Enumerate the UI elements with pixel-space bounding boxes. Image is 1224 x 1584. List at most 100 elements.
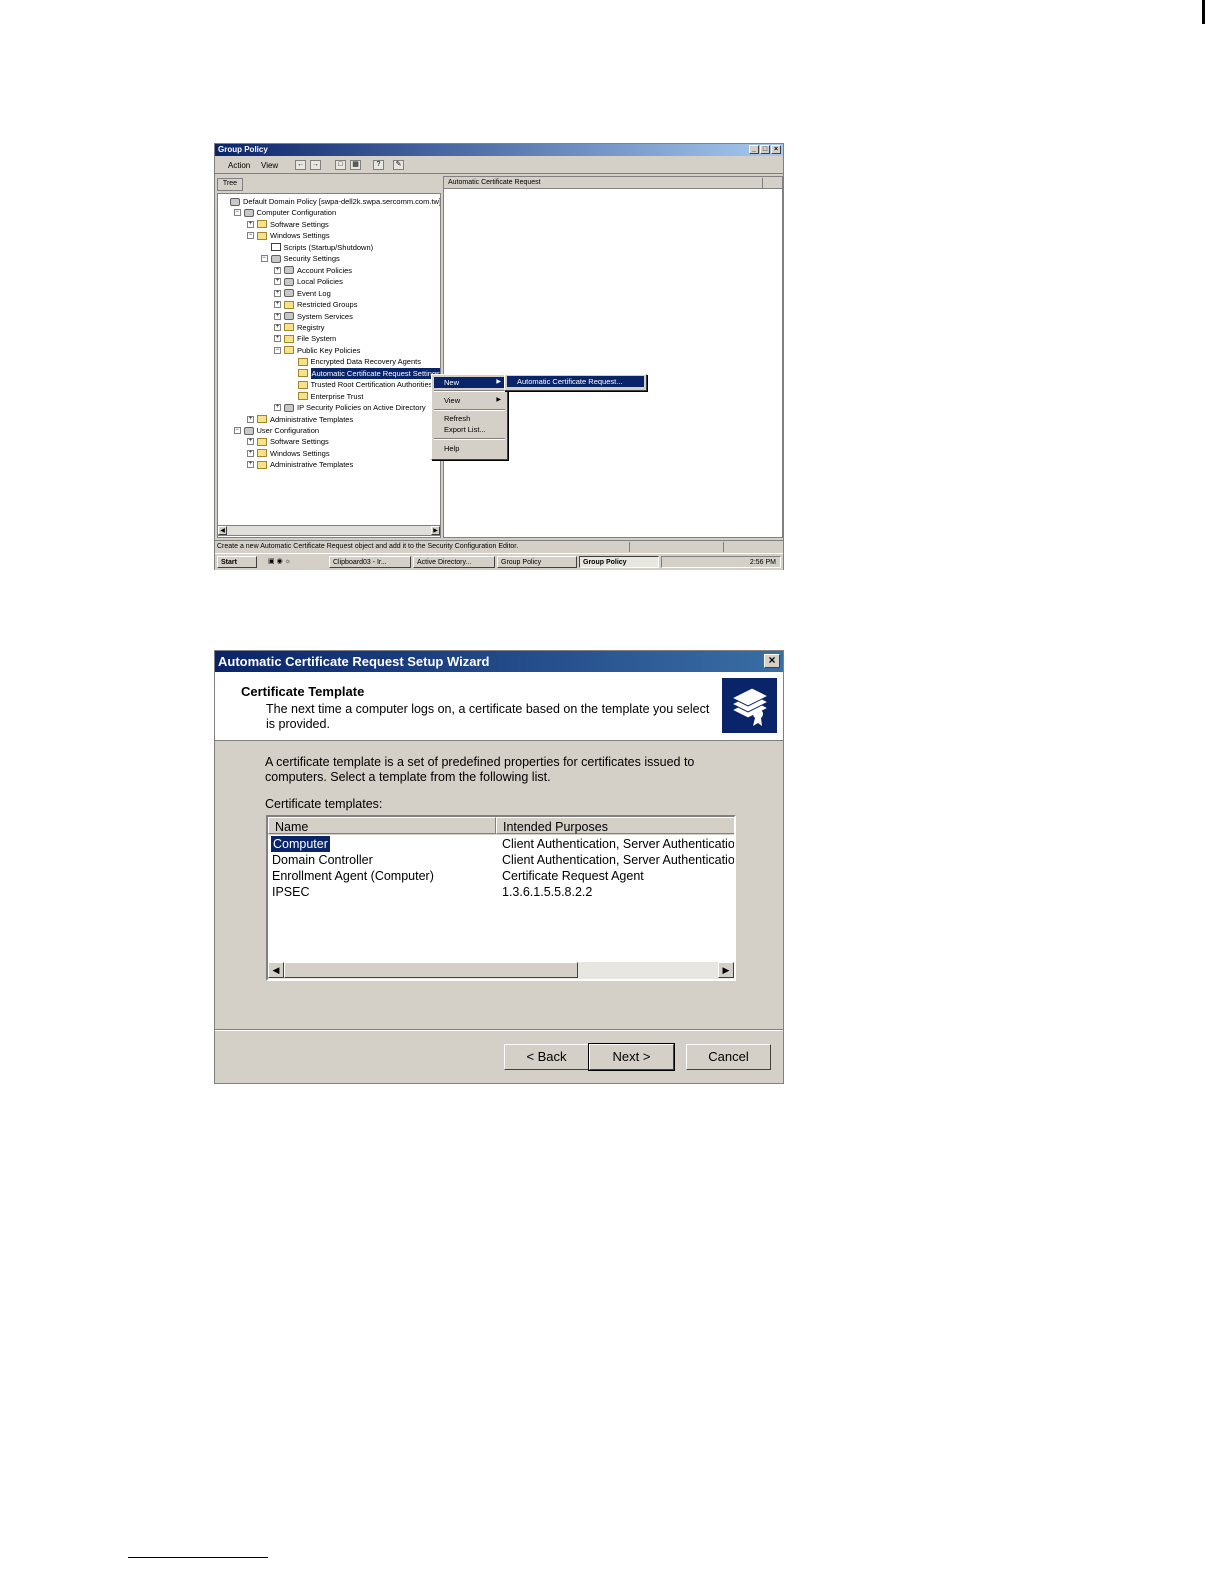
expand-icon[interactable]: + bbox=[247, 449, 254, 457]
context-menu: New ▶ View ▶ Refresh Export List... Help bbox=[431, 374, 508, 460]
table-row[interactable]: Enrollment Agent (Computer) Certificate … bbox=[268, 868, 734, 884]
menu-item-automatic-certificate-request[interactable]: Automatic Certificate Request... bbox=[507, 376, 644, 387]
tree-item[interactable]: Default Domain Policy [swpa-dell2k.swpa.… bbox=[220, 196, 440, 207]
expand-icon[interactable]: + bbox=[274, 335, 281, 343]
start-label: Start bbox=[221, 559, 237, 566]
gear-icon bbox=[284, 403, 294, 412]
tree-item[interactable]: − Computer Configuration bbox=[233, 207, 336, 218]
tree-item[interactable]: − Public Key Policies bbox=[274, 345, 360, 356]
expand-icon[interactable]: + bbox=[274, 404, 281, 412]
table-row[interactable]: Computer Client Authentication, Server A… bbox=[268, 836, 734, 852]
desktop-icon[interactable]: ▣ bbox=[268, 558, 275, 565]
tree-item-label: Registry bbox=[297, 322, 325, 332]
minimize-button[interactable]: _ bbox=[749, 145, 759, 154]
collapse-icon[interactable]: − bbox=[233, 427, 241, 434]
column-header-intended-purposes[interactable]: Intended Purposes bbox=[496, 817, 734, 834]
expand-icon[interactable]: + bbox=[274, 312, 281, 320]
task-active-directory[interactable]: Active Directory... bbox=[413, 556, 495, 568]
menu-view[interactable]: View bbox=[261, 161, 278, 170]
expand-icon[interactable]: + bbox=[247, 220, 254, 228]
tree-item[interactable]: + Administrative Templates bbox=[247, 459, 353, 470]
submenu-arrow-icon: ▶ bbox=[496, 379, 501, 385]
tree-item[interactable]: + Event Log bbox=[274, 288, 331, 299]
tree-item[interactable]: + Registry bbox=[274, 322, 325, 333]
help-icon[interactable]: ? bbox=[373, 160, 384, 170]
task-group-policy[interactable]: Group Policy bbox=[497, 556, 577, 568]
task-group-policy-active[interactable]: Group Policy bbox=[579, 556, 659, 568]
tree-item[interactable]: Automatic Certificate Request Settings bbox=[288, 367, 440, 379]
table-row[interactable]: Domain Controller Client Authentication,… bbox=[268, 852, 734, 868]
outlook-icon[interactable]: ☼ bbox=[285, 558, 291, 565]
expand-icon[interactable]: + bbox=[274, 323, 281, 331]
menu-item-new[interactable]: New ▶ bbox=[434, 377, 505, 388]
task-label: Group Policy bbox=[583, 559, 627, 566]
collapse-icon[interactable]: − bbox=[247, 232, 254, 240]
tree-item[interactable]: + Windows Settings bbox=[247, 448, 330, 459]
back-arrow-icon[interactable]: ← bbox=[295, 160, 306, 170]
menu-action[interactable]: Action bbox=[228, 161, 250, 170]
collapse-icon[interactable]: − bbox=[260, 255, 268, 263]
tree-item[interactable]: + File System bbox=[274, 333, 336, 344]
up-folder-icon[interactable]: □ bbox=[335, 160, 346, 170]
tree-item[interactable]: − Windows Settings bbox=[247, 230, 330, 241]
expand-icon[interactable]: + bbox=[274, 278, 281, 286]
start-button[interactable]: Start bbox=[217, 556, 257, 568]
menu-item-export-list[interactable]: Export List... bbox=[434, 424, 505, 435]
tree-item[interactable]: + Administrative Templates bbox=[247, 414, 353, 425]
expand-icon[interactable]: + bbox=[274, 301, 281, 309]
maximize-button[interactable]: □ bbox=[760, 145, 770, 154]
folder-icon bbox=[257, 437, 267, 446]
certificate-templates-list[interactable]: Name Intended Purposes Computer Client A… bbox=[266, 815, 736, 981]
menu-item-view[interactable]: View ▶ bbox=[434, 395, 505, 406]
tree-horizontal-scrollbar[interactable]: ◀ ▶ bbox=[217, 525, 441, 536]
scroll-right-icon[interactable]: ▶ bbox=[431, 526, 440, 535]
tree-item[interactable]: Enterprise Trust bbox=[288, 391, 363, 402]
menu-item-help[interactable]: Help bbox=[434, 443, 505, 454]
tree-item[interactable]: + Restricted Groups bbox=[274, 299, 357, 310]
tree-item[interactable]: − Security Settings bbox=[260, 253, 340, 264]
tree-item[interactable]: − User Configuration bbox=[233, 425, 319, 436]
back-button[interactable]: < Back bbox=[504, 1044, 589, 1070]
list-horizontal-scrollbar[interactable]: ◀ ▶ bbox=[268, 962, 734, 979]
expand-icon[interactable]: + bbox=[274, 266, 281, 274]
folder-icon bbox=[297, 392, 308, 401]
ie-icon[interactable]: ◉ bbox=[277, 558, 283, 565]
collapse-icon[interactable]: − bbox=[233, 209, 241, 217]
submenu-arrow-icon: ▶ bbox=[496, 397, 501, 403]
table-row[interactable]: IPSEC 1.3.6.1.5.5.8.2.2 bbox=[268, 884, 734, 900]
tree-item[interactable]: Encrypted Data Recovery Agents bbox=[288, 356, 421, 367]
expand-icon[interactable]: + bbox=[247, 461, 254, 469]
menu-item-refresh[interactable]: Refresh bbox=[434, 413, 505, 424]
show-tree-icon[interactable]: ▦ bbox=[350, 160, 361, 170]
tree-item[interactable]: + System Services bbox=[274, 311, 353, 322]
tree-item-label: Windows Settings bbox=[270, 448, 330, 458]
tree-item[interactable]: + IP Security Policies on Active Director… bbox=[274, 402, 426, 413]
tree-tab[interactable]: Tree bbox=[217, 178, 243, 191]
collapse-icon[interactable]: − bbox=[274, 346, 281, 354]
scroll-left-icon[interactable]: ◀ bbox=[268, 962, 284, 978]
tree-item[interactable]: + Account Policies bbox=[274, 265, 352, 276]
taskbar: Start ▣ ◉ ☼ Clipboard03 - Ir... Active D… bbox=[215, 553, 783, 570]
tree-item[interactable]: + Local Policies bbox=[274, 276, 343, 287]
expand-icon[interactable]: + bbox=[274, 289, 281, 297]
group-policy-window: Group Policy _ □ × Action View ← → □ ▦ ?… bbox=[214, 143, 784, 570]
gp-title: Group Policy bbox=[218, 145, 268, 154]
tree-item[interactable]: Scripts (Startup/Shutdown) bbox=[261, 242, 373, 253]
close-icon[interactable]: × bbox=[764, 654, 780, 668]
cancel-button[interactable]: Cancel bbox=[686, 1044, 771, 1070]
scroll-left-icon[interactable]: ◀ bbox=[218, 526, 227, 535]
expand-icon[interactable]: + bbox=[247, 415, 254, 423]
column-header-name[interactable]: Name bbox=[268, 817, 496, 834]
tree-item[interactable]: Trusted Root Certification Authorities bbox=[288, 379, 432, 390]
tree-item[interactable]: + Software Settings bbox=[247, 436, 329, 447]
expand-icon[interactable]: + bbox=[247, 438, 254, 446]
column-header-automatic-certificate-request[interactable]: Automatic Certificate Request bbox=[444, 177, 782, 189]
export-icon[interactable]: ✎ bbox=[393, 160, 404, 170]
tree-item[interactable]: + Software Settings bbox=[247, 219, 329, 230]
scrollbar-thumb[interactable] bbox=[284, 962, 578, 978]
task-clipboard[interactable]: Clipboard03 - Ir... bbox=[329, 556, 411, 568]
forward-arrow-icon[interactable]: → bbox=[310, 160, 321, 170]
close-button[interactable]: × bbox=[771, 145, 781, 154]
scroll-right-icon[interactable]: ▶ bbox=[718, 962, 734, 978]
next-button[interactable]: Next > bbox=[588, 1043, 675, 1071]
